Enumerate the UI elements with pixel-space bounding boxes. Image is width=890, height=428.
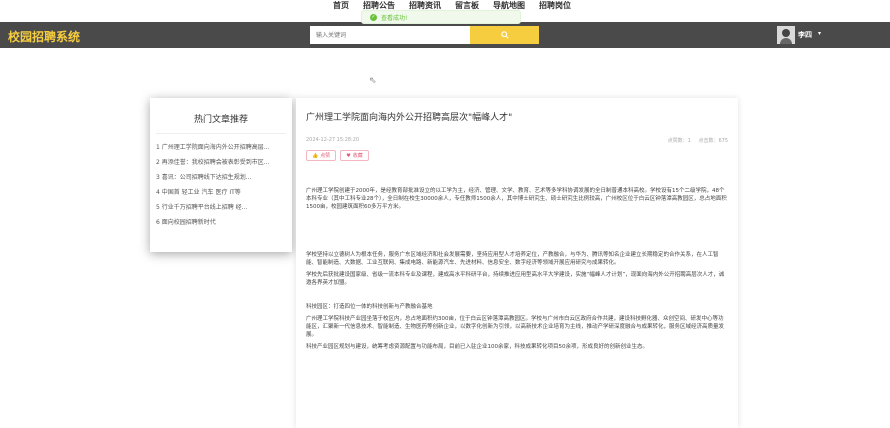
search-button[interactable] (470, 26, 539, 44)
nav-home[interactable]: 首页 (333, 0, 349, 12)
hot-article-item[interactable]: 6 面向校园招聘新时代 (150, 215, 270, 230)
check-icon: ✓ (370, 13, 377, 21)
like-label: 点赞 (320, 153, 331, 159)
chevron-down-icon[interactable]: ▾ (818, 30, 821, 37)
toast-text: 查看成功! (381, 14, 408, 22)
header-bar: 校园招聘系统 李四 ▾ (0, 22, 890, 48)
article-paragraph: 科技产业园区规划与建设，统筹考虑资源配置与功能布局，目前已入驻企业100余家，科… (306, 344, 649, 350)
search-input[interactable] (310, 26, 470, 44)
hot-articles-title: 热门文章推荐 (193, 115, 248, 125)
article-title: 广州理工学院面向海内外公开招聘高层次"幅峰人才" (306, 113, 513, 123)
like-button[interactable]: 👍 点赞 (306, 150, 337, 161)
mouse-pointer-icon: ⇖ (369, 76, 377, 86)
favorite-button[interactable]: ♥ 收藏 (340, 150, 369, 161)
thumbs-up-icon: 👍 (312, 152, 319, 159)
success-toast: ✓ 查看成功! (361, 10, 521, 24)
article-subheading: 科技园区：打造四位一体的科技创新与产教融合基地 (306, 304, 433, 310)
avatar[interactable] (777, 26, 795, 44)
article-paragraph: 广州理工学院创建于2000年，是经教育部批准设立的以工学为主，经济、管理、文学、… (306, 188, 727, 210)
article-paragraph: 学校坚持以立德树人为根本任务，服务广东区域经济和社会发展需要，坚持应用型人才培养… (306, 252, 719, 266)
hot-article-item[interactable]: 3 喜讯：公司招聘线下达招生规划... (150, 170, 270, 185)
view-count: 点击数：675 (698, 138, 728, 144)
like-count: 点赞数：1 (667, 138, 691, 144)
hot-article-item[interactable]: 2 再添佳誉：我校招聘会被表彰受到市区... (150, 155, 270, 170)
hot-article-item[interactable]: 4 中国首 轻工业 汽车 医疗 IT等 (150, 185, 270, 200)
heart-icon: ♥ (346, 152, 351, 159)
site-logo[interactable]: 校园招聘系统 (8, 28, 80, 45)
divider (156, 133, 286, 134)
hot-articles-panel: 热门文章推荐 1 广州理工学院面向海内外公开招聘高层次"幅峰人才" 2 再添佳誉… (150, 98, 292, 252)
username[interactable]: 李四 (798, 30, 812, 40)
search-icon (500, 31, 509, 39)
article-paragraph: 广州理工学院科技产业园坐落于校区内，总占地面积约300亩，位于白云区钟落潭高教园… (306, 316, 725, 338)
article-date: 2024-12-27 15:28:20 (306, 137, 360, 143)
article-body: 广州理工学院创建于2000年，是经教育部批准设立的以工学为主，经济、管理、文学、… (306, 187, 728, 351)
favorite-label: 收藏 (352, 153, 363, 159)
article-panel: 广州理工学院面向海内外公开招聘高层次"幅峰人才" 2024-12-27 15:2… (296, 98, 738, 428)
hot-article-item[interactable]: 1 广州理工学院面向海内外公开招聘高层次"幅峰人才" (150, 140, 270, 155)
article-paragraph: 学校先后获批建设国家级、省级一流本科专业及课程，建成高水平科研平台，持续推进应用… (306, 272, 725, 286)
hot-article-item[interactable]: 5 行业千万招聘平台线上招聘 经... (150, 200, 270, 215)
article-meta: 2024-12-27 15:28:20 点赞数：1 点击数：675 (306, 137, 728, 144)
article-actions: 👍 点赞 ♥ 收藏 (306, 150, 728, 161)
nav-positions[interactable]: 招聘岗位 (539, 0, 571, 12)
